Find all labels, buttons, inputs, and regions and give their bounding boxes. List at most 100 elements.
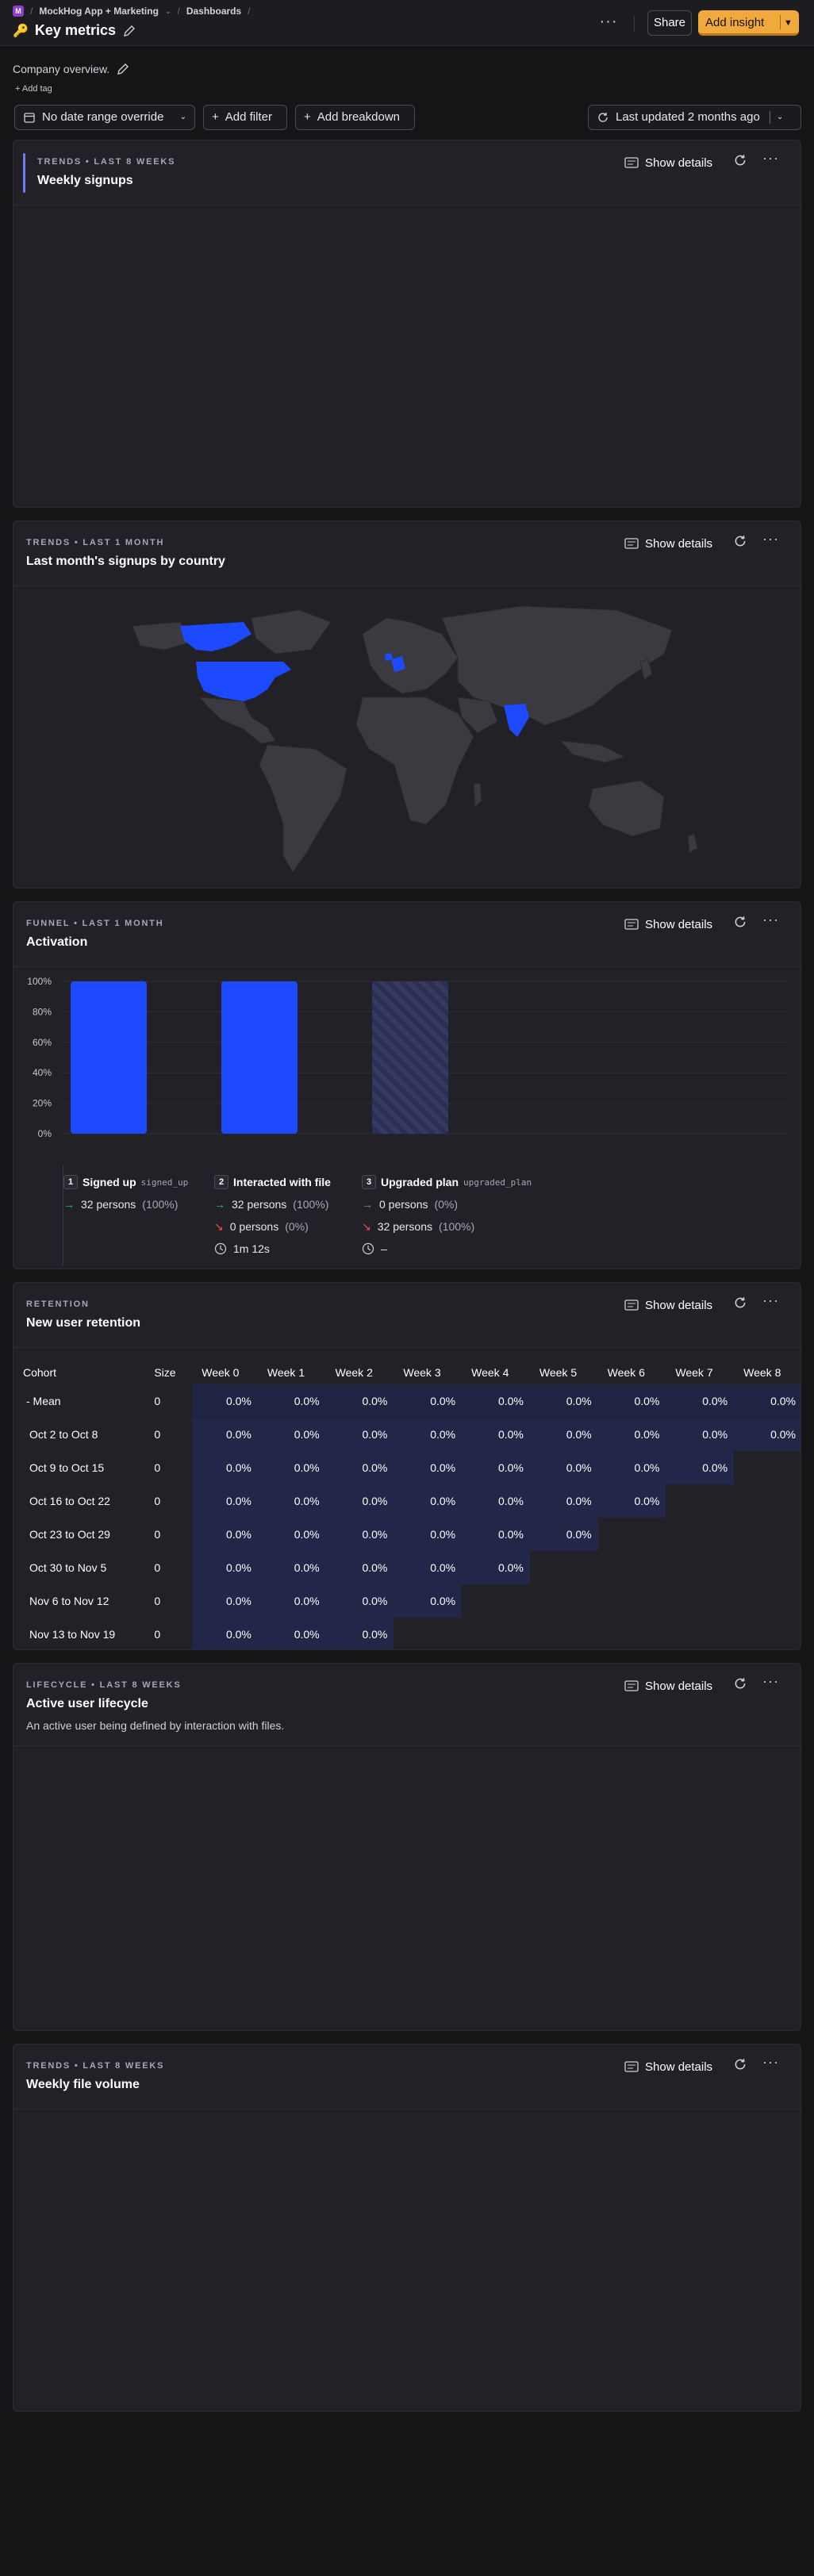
show-details-button[interactable]: Show details (624, 1296, 712, 1315)
show-details-button[interactable]: Show details (624, 2057, 712, 2076)
country-new-zealand (687, 833, 698, 854)
world-map[interactable] (13, 586, 801, 888)
show-details-label: Show details (645, 536, 713, 551)
show-details-button[interactable]: Show details (624, 915, 712, 934)
funnel-bar[interactable] (71, 981, 147, 1134)
refresh-icon[interactable] (733, 153, 751, 171)
region-southeast-asia (559, 740, 626, 763)
card-title[interactable]: Active user lifecycle (26, 1697, 148, 1711)
insight-card: RETENTION New user retention Show detail… (13, 1282, 801, 1650)
page-title: 🔑 Key metrics (13, 22, 136, 39)
table-row[interactable]: Oct 2 to Oct 8 0 0.0% 0.0% 0.0% 0.0% 0.0% 0.0% 0… (13, 1418, 801, 1451)
dropped-count: 0 persons (229, 1220, 279, 1233)
show-details-button[interactable]: Show details (624, 153, 712, 172)
card-title[interactable]: New user retention (26, 1316, 140, 1330)
cohort-size: 0 (154, 1628, 161, 1641)
retention-cell-empty (734, 1451, 801, 1484)
chevron-down-icon[interactable]: ▼ (784, 10, 793, 36)
more-options-icon[interactable]: ··· (762, 2054, 781, 2073)
funnel-bar[interactable] (221, 981, 298, 1134)
step-name: Signed up (83, 1176, 136, 1188)
funnel-step[interactable]: 1 Signed up signed_up → 32 persons (100%) (63, 1175, 188, 1211)
details-icon (624, 919, 639, 930)
retention-cell: 0.0% (529, 1518, 598, 1551)
card-description: An active user being defined by interact… (26, 1719, 285, 1732)
retention-cell-empty (530, 1551, 598, 1584)
card-title[interactable]: Weekly signups (37, 174, 133, 188)
retention-cell-empty (530, 1618, 598, 1649)
chevron-down-icon[interactable]: ⌄ (777, 106, 783, 129)
table-row[interactable]: Oct 9 to Oct 15 0 0.0% 0.0% 0.0% 0.0% 0.0% 0.0%… (13, 1451, 801, 1484)
more-options-icon[interactable]: ··· (762, 1673, 781, 1692)
add-breakdown-button[interactable]: + Add breakdown (295, 105, 415, 130)
details-icon (624, 157, 639, 168)
retention-cell: 0.0% (325, 1484, 394, 1518)
table-row[interactable]: Nov 13 to Nov 19 0 0.0% 0.0% 0.0% (13, 1618, 801, 1649)
breadcrumb-dashboards[interactable]: Dashboards (186, 6, 241, 17)
refresh-icon[interactable] (733, 1296, 751, 1313)
refresh-button[interactable]: Last updated 2 months ago ⌄ (588, 105, 801, 130)
funnel-step[interactable]: 2 Interacted with file → 32 persons (100%) … (214, 1175, 331, 1256)
add-filter-button[interactable]: + Add filter (203, 105, 287, 130)
column-header: Week 2 (335, 1366, 373, 1379)
add-insight-button[interactable]: Add insight ▼ (698, 10, 799, 36)
card-title[interactable]: Last month's signups by country (26, 555, 225, 569)
retention-cell: 0.0% (257, 1418, 326, 1451)
table-row[interactable]: Oct 16 to Oct 22 0 0.0% 0.0% 0.0% 0.0% 0.0% 0.0… (13, 1484, 801, 1518)
add-tag-button[interactable]: + Add tag (15, 84, 52, 94)
column-header: Week 0 (202, 1366, 240, 1379)
date-range-select[interactable]: No date range override ⌄ (14, 105, 195, 130)
project-avatar[interactable]: M (13, 6, 24, 17)
pencil-icon[interactable] (116, 62, 130, 76)
column-header: Size (154, 1366, 176, 1379)
retention-cell: 0.0% (192, 1551, 258, 1584)
retention-cell: 0.0% (325, 1584, 394, 1618)
converted-count: 0 persons (379, 1198, 428, 1211)
refresh-icon[interactable] (733, 534, 751, 551)
funnel-step[interactable]: 3 Upgraded plan upgraded_plan → 0 persons (0… (362, 1175, 532, 1256)
more-options-icon[interactable]: ··· (597, 13, 620, 35)
page-title-text[interactable]: Key metrics (35, 22, 116, 39)
cohort-label: Oct 23 to Oct 29 (29, 1528, 110, 1541)
retention-mean-row[interactable]: - Mean 0 0.0% 0.0% 0.0% 0.0% 0.0% 0.0% 0.0% 0.0% 0… (13, 1384, 801, 1418)
avg-time: 1m 12s (233, 1242, 270, 1255)
show-details-button[interactable]: Show details (624, 1676, 712, 1695)
card-title[interactable]: Activation (26, 935, 87, 950)
arrow-down-right-icon: ↘ (214, 1219, 224, 1233)
refresh-icon[interactable] (733, 915, 751, 932)
retention-header-row: Cohort Size Week 0 Week 1 Week 2 Week 3 Week 4… (13, 1361, 801, 1384)
show-details-button[interactable]: Show details (624, 534, 712, 553)
card-kicker: RETENTION (26, 1300, 90, 1309)
clock-icon (362, 1242, 374, 1255)
description-text[interactable]: Company overview. (13, 63, 109, 75)
table-row[interactable]: Oct 30 to Nov 5 0 0.0% 0.0% 0.0% 0.0% 0.0% (13, 1551, 801, 1584)
retention-cell-empty (462, 1584, 530, 1618)
retention-cell-empty (462, 1618, 530, 1649)
more-options-icon[interactable]: ··· (762, 1292, 781, 1311)
card-title[interactable]: Weekly file volume (26, 2078, 140, 2092)
more-options-icon[interactable]: ··· (762, 912, 781, 931)
refresh-icon[interactable] (733, 2057, 751, 2075)
retention-cell: 0.0% (192, 1484, 258, 1518)
top-bar: M / MockHog App + Marketing ⌄ / Dashboar… (0, 0, 814, 46)
key-icon: 🔑 (13, 24, 29, 38)
funnel-bar-background[interactable] (372, 981, 448, 1134)
retention-cell: 0.0% (734, 1418, 801, 1451)
breadcrumb-project[interactable]: MockHog App + Marketing (39, 6, 159, 17)
refresh-icon[interactable] (733, 1676, 751, 1694)
add-tag-label: Add tag (21, 84, 52, 94)
more-options-icon[interactable]: ··· (762, 150, 781, 169)
retention-cell-empty (666, 1484, 734, 1518)
table-row[interactable]: Nov 6 to Nov 12 0 0.0% 0.0% 0.0% 0.0% (13, 1584, 801, 1618)
converted-count: 32 persons (232, 1198, 287, 1211)
retention-cell: 0.0% (462, 1384, 530, 1418)
retention-cell-empty (394, 1618, 462, 1649)
pencil-icon[interactable] (122, 24, 136, 38)
cohort-label: Oct 30 to Nov 5 (29, 1561, 107, 1574)
chevron-down-icon[interactable]: ⌄ (165, 7, 171, 16)
breadcrumb-separator: / (177, 6, 180, 17)
share-button[interactable]: Share (647, 10, 692, 36)
cohort-size: 0 (154, 1528, 161, 1541)
more-options-icon[interactable]: ··· (762, 531, 781, 550)
table-row[interactable]: Oct 23 to Oct 29 0 0.0% 0.0% 0.0% 0.0% 0.0% 0.0… (13, 1518, 801, 1551)
